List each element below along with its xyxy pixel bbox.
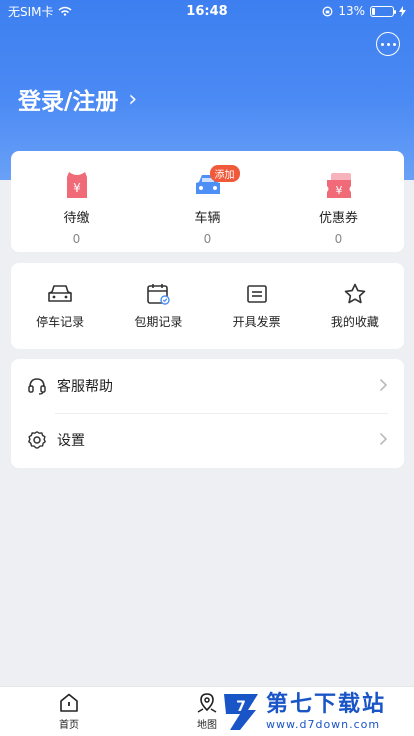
quick-item-favorites[interactable]: 我的收藏 <box>306 263 404 349</box>
invoice-icon <box>246 285 267 303</box>
charging-icon <box>399 5 406 17</box>
bottom-tab-bar: 首页 地图 <box>0 686 414 736</box>
svg-text:¥: ¥ <box>335 184 342 197</box>
quick-item-period-records[interactable]: 包期记录 <box>109 263 207 349</box>
battery-icon <box>370 5 396 17</box>
wallet-value: 0 <box>203 232 212 246</box>
login-label: 登录/注册 <box>18 89 119 115</box>
more-dot <box>386 42 390 46</box>
status-bar: 无SIM卡 16:48 13% <box>0 0 414 22</box>
message-button[interactable] <box>376 32 400 56</box>
menu-item-settings[interactable]: 设置 <box>11 413 404 467</box>
carrier-label: 无SIM卡 <box>8 4 54 19</box>
battery-percent: 13% <box>338 4 365 18</box>
gear-icon <box>28 431 46 449</box>
quick-label: 开具发票 <box>232 315 281 329</box>
wallet-label: 车辆 <box>194 211 221 226</box>
star-icon <box>344 283 366 304</box>
headset-icon <box>28 378 46 395</box>
more-dot <box>392 42 396 46</box>
tab-placeholder[interactable] <box>276 687 414 736</box>
home-icon <box>60 693 78 712</box>
orientation-lock-icon <box>322 6 333 16</box>
quick-label: 停车记录 <box>36 315 85 329</box>
chevron-right-icon <box>379 431 388 450</box>
wallet-value: 0 <box>334 232 343 246</box>
add-vehicle-badge[interactable]: 添加 <box>209 165 240 182</box>
map-icon <box>197 693 217 713</box>
tab-home[interactable]: 首页 <box>0 687 138 736</box>
car-outline-icon <box>48 285 72 302</box>
menu-label: 客服帮助 <box>57 379 113 395</box>
tab-label: 首页 <box>59 720 79 731</box>
quick-actions-card: 停车记录 包期记录 开具发票 我的收藏 <box>11 263 404 349</box>
more-dot <box>380 42 384 46</box>
wallet-value: 0 <box>72 232 81 246</box>
wallet-item-pending[interactable]: ¥ 待缴 0 <box>11 151 142 252</box>
tab-map[interactable]: 地图 <box>138 687 276 736</box>
car-icon: 添加 <box>192 165 240 201</box>
wallet-label: 待缴 <box>63 211 90 226</box>
login-register-link[interactable]: 登录/注册 › <box>18 82 137 116</box>
chevron-right-icon <box>379 377 388 396</box>
quick-label: 包期记录 <box>134 315 183 329</box>
wifi-icon <box>58 6 71 16</box>
wallet-card: ¥ 待缴 0 添加 车辆 0 ¥ 优惠券 0 <box>11 151 404 252</box>
coupon-icon: ¥ <box>323 169 355 201</box>
chevron-right-icon: › <box>128 86 138 112</box>
wallet-item-coupon[interactable]: ¥ 优惠券 0 <box>273 151 404 252</box>
tab-label: 地图 <box>197 720 217 731</box>
quick-item-parking-records[interactable]: 停车记录 <box>11 263 109 349</box>
svg-text:¥: ¥ <box>73 181 81 195</box>
calendar-icon <box>147 284 171 305</box>
quick-item-issue-invoice[interactable]: 开具发票 <box>208 263 306 349</box>
wallet-item-vehicle[interactable]: 添加 车辆 0 <box>142 151 273 252</box>
menu-label: 设置 <box>57 433 85 449</box>
quick-label: 我的收藏 <box>330 315 379 329</box>
menu-card: 客服帮助 设置 <box>11 359 404 468</box>
menu-item-customer-service[interactable]: 客服帮助 <box>11 359 404 413</box>
wallet-label: 优惠券 <box>318 211 358 226</box>
pending-payment-icon: ¥ <box>61 169 93 201</box>
